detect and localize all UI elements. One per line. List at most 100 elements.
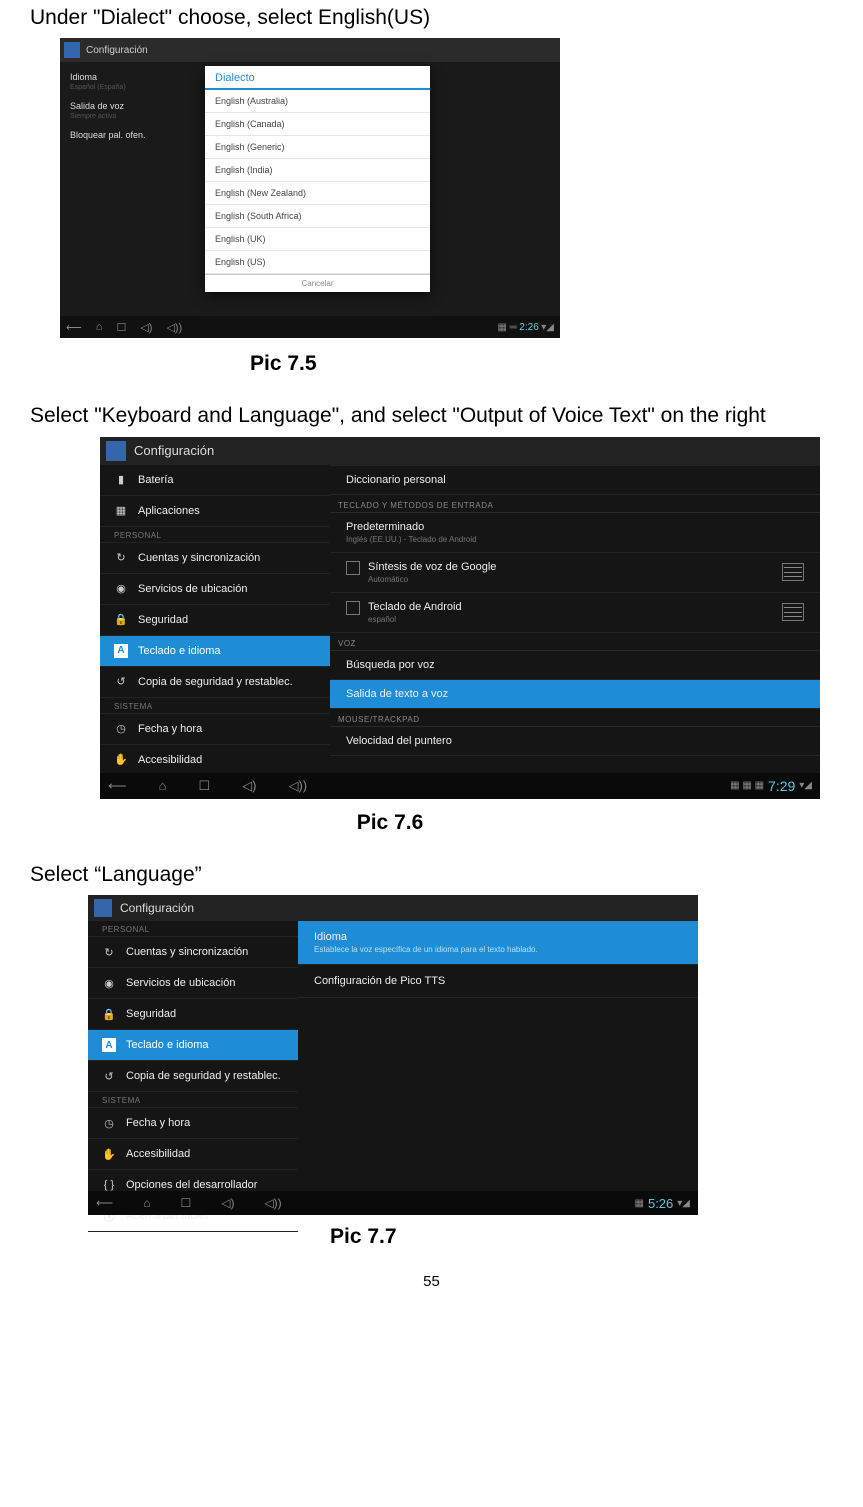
sidebar-item-label: Accesibilidad	[138, 754, 202, 766]
recent-icon[interactable]: ☐	[116, 321, 126, 334]
system-navbar: ⟵ ⌂ ☐ ◁) ◁)) ▦ ═ 2:26 ▾◢	[60, 316, 560, 338]
apps-indicator-icon: ▦ ▦ ▦	[730, 780, 764, 791]
window-titlebar: Configuración	[88, 895, 698, 921]
apps-indicator-icon: ▦	[635, 1198, 644, 1209]
row-label: Velocidad del puntero	[346, 735, 452, 747]
sidebar-category-personal: PERSONAL	[88, 921, 298, 937]
detail-row-google-tts[interactable]: Síntesis de voz de Google Automático	[330, 553, 820, 593]
letter-a-icon: A	[102, 1038, 116, 1052]
clock: 5:26	[648, 1196, 673, 1211]
screenshot-dialect-dialog: Configuración Idioma Español (España) Sa…	[60, 38, 560, 338]
sidebar-item-label: Copia de seguridad y restablec.	[126, 1070, 281, 1082]
sidebar-item-security[interactable]: 🔒 Seguridad	[88, 999, 298, 1030]
page-number: 55	[30, 1273, 833, 1290]
sidebar-item-backup[interactable]: ↺ Copia de seguridad y restablec.	[88, 1061, 298, 1092]
dialect-option[interactable]: English (India)	[205, 159, 430, 182]
vol-down-icon[interactable]: ◁)	[221, 1196, 234, 1210]
vol-down-icon[interactable]: ◁)	[242, 778, 256, 794]
detail-row-default[interactable]: Predeterminado Inglés (EE.UU.) - Teclado…	[330, 513, 820, 553]
document-page: Under "Dialect" choose, select English(U…	[0, 0, 863, 1310]
window-body: Idioma Español (España) Salida de voz Si…	[60, 62, 560, 314]
home-icon[interactable]: ⌂	[96, 321, 103, 334]
detail-row-voice-search[interactable]: Búsqueda por voz	[330, 651, 820, 680]
sidebar-item-label: Copia de seguridad y restablec.	[138, 676, 293, 688]
screenshot-keyboard-language: Configuración ▮ Batería ▦ Aplicaciones P…	[100, 437, 820, 799]
sidebar-item-security[interactable]: 🔒 Seguridad	[100, 605, 330, 636]
braces-icon: { }	[102, 1178, 116, 1192]
instruction-1: Under "Dialect" choose, select English(U…	[30, 4, 833, 32]
detail-row-pico-tts[interactable]: Configuración de Pico TTS	[298, 965, 698, 998]
battery-icon: ▮	[114, 473, 128, 487]
back-icon[interactable]: ⟵	[96, 1196, 113, 1210]
caption-pic-7-7: Pic 7.7	[330, 1225, 833, 1249]
row-label: Predeterminado	[346, 521, 477, 533]
status-area: ▦ ═ 2:26 ▾◢	[497, 322, 554, 333]
recent-icon[interactable]: ☐	[199, 778, 211, 794]
backup-icon: ↺	[102, 1069, 116, 1083]
home-icon[interactable]: ⌂	[159, 778, 167, 794]
left-item-sub: Español (España)	[70, 84, 190, 91]
dialect-option[interactable]: English (New Zealand)	[205, 182, 430, 205]
vol-up-icon[interactable]: ◁))	[264, 1196, 281, 1210]
status-area: ▦ 5:26 ▾◢	[635, 1196, 690, 1211]
vol-down-icon[interactable]: ◁)	[140, 321, 152, 334]
sidebar-item-label: Fecha y hora	[138, 723, 202, 735]
sidebar-item-label: Servicios de ubicación	[126, 977, 235, 989]
sync-icon: ↻	[114, 551, 128, 565]
sidebar-item-datetime[interactable]: ◷ Fecha y hora	[100, 714, 330, 745]
sidebar-item-apps[interactable]: ▦ Aplicaciones	[100, 496, 330, 527]
sidebar-item-label: Seguridad	[138, 614, 188, 626]
dialect-option[interactable]: English (Canada)	[205, 113, 430, 136]
detail-row-tts-output[interactable]: Salida de texto a voz	[330, 680, 820, 709]
sidebar-item-accounts[interactable]: ↻ Cuentas y sincronización	[100, 543, 330, 574]
window-titlebar: Configuración	[60, 38, 560, 62]
dialect-option[interactable]: English (South Africa)	[205, 205, 430, 228]
settings-sliders-icon[interactable]	[782, 563, 804, 581]
sidebar-item-datetime[interactable]: ◷ Fecha y hora	[88, 1108, 298, 1139]
checkbox-icon[interactable]	[346, 561, 360, 575]
settings-app-icon	[64, 42, 80, 58]
sidebar-item-label: Fecha y hora	[126, 1117, 190, 1129]
checkbox-icon[interactable]	[346, 601, 360, 615]
dialect-option[interactable]: English (UK)	[205, 228, 430, 251]
back-icon[interactable]: ⟵	[66, 321, 82, 334]
detail-row-android-keyboard[interactable]: Teclado de Android español	[330, 593, 820, 633]
left-item-label: Bloquear pal. ofen.	[70, 130, 190, 140]
window-title: Configuración	[86, 45, 148, 56]
sidebar-item-label: Cuentas y sincronización	[138, 552, 260, 564]
dialog-cancel-button[interactable]: Cancelar	[205, 274, 430, 292]
row-sublabel: español	[368, 615, 462, 624]
nav-buttons: ⟵ ⌂ ☐ ◁) ◁))	[66, 321, 182, 334]
sidebar-item-location[interactable]: ◉ Servicios de ubicación	[88, 968, 298, 999]
recent-icon[interactable]: ☐	[180, 1196, 191, 1210]
sidebar-item-label: Opciones del desarrollador	[126, 1179, 257, 1191]
instruction-3: Select “Language”	[30, 861, 833, 889]
vol-up-icon[interactable]: ◁))	[166, 321, 182, 334]
home-icon[interactable]: ⌂	[143, 1196, 150, 1210]
sidebar-item-keyboard-language[interactable]: A Teclado e idioma	[100, 636, 330, 667]
row-label: Búsqueda por voz	[346, 659, 435, 671]
detail-row-pointer-speed[interactable]: Velocidad del puntero	[330, 727, 820, 756]
dialect-option[interactable]: English (Australia)	[205, 90, 430, 113]
clock: 7:29	[768, 778, 795, 794]
dialect-option[interactable]: English (US)	[205, 251, 430, 274]
sidebar-item-backup[interactable]: ↺ Copia de seguridad y restablec.	[100, 667, 330, 698]
sidebar-item-location[interactable]: ◉ Servicios de ubicación	[100, 574, 330, 605]
sidebar-item-accounts[interactable]: ↻ Cuentas y sincronización	[88, 937, 298, 968]
vol-up-icon[interactable]: ◁))	[288, 778, 307, 794]
dialog-title: Dialecto	[205, 66, 430, 90]
dialect-option[interactable]: English (Generic)	[205, 136, 430, 159]
sidebar-item-keyboard-language[interactable]: A Teclado e idioma	[88, 1030, 298, 1061]
sidebar-item-label: Batería	[138, 474, 173, 486]
sidebar-item-accessibility[interactable]: ✋ Accesibilidad	[88, 1139, 298, 1170]
sidebar-item-accessibility[interactable]: ✋ Accesibilidad	[100, 745, 330, 776]
clock-icon: ◷	[102, 1116, 116, 1130]
back-icon[interactable]: ⟵	[108, 778, 127, 794]
letter-a-icon: A	[114, 644, 128, 658]
detail-row-dictionary[interactable]: Diccionario personal	[330, 465, 820, 495]
detail-row-language[interactable]: Idioma Establece la voz específica de un…	[298, 921, 698, 965]
settings-sliders-icon[interactable]	[782, 603, 804, 621]
clock-icon: ◷	[114, 722, 128, 736]
sidebar-item-battery[interactable]: ▮ Batería	[100, 465, 330, 496]
sidebar-item-label: Cuentas y sincronización	[126, 946, 248, 958]
